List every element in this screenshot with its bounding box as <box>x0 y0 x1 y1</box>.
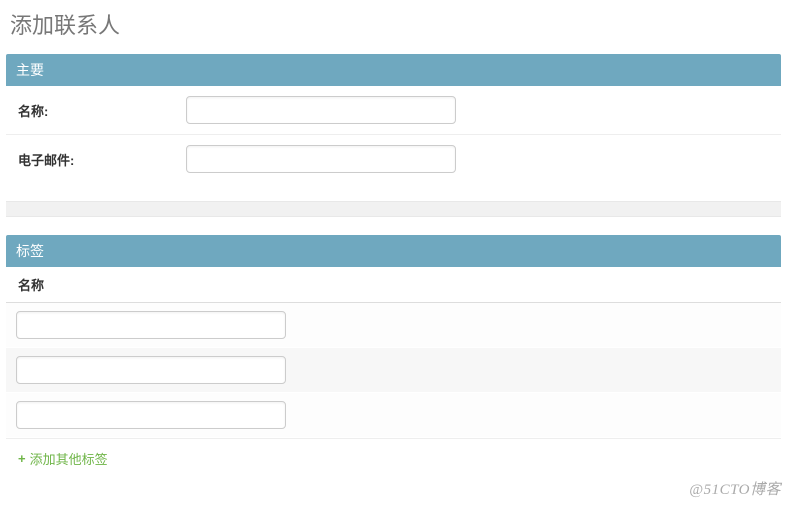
plus-icon: + <box>18 451 26 466</box>
gap-2 <box>0 217 787 235</box>
input-name[interactable] <box>186 96 456 124</box>
label-email: 电子邮件: <box>6 150 186 169</box>
labels-column-header: 名称 <box>6 267 781 303</box>
label-row <box>6 393 781 438</box>
label-name: 名称: <box>6 101 186 120</box>
section-main-header: 主要 <box>6 54 781 86</box>
row-email: 电子邮件: <box>6 135 781 183</box>
label-row <box>6 348 781 393</box>
add-label-row: + 添加其他标签 <box>6 438 781 478</box>
label-input-3[interactable] <box>16 401 286 429</box>
section-main: 主要 名称: 电子邮件: <box>6 54 781 183</box>
gap-1 <box>0 183 787 201</box>
label-row <box>6 303 781 348</box>
label-input-2[interactable] <box>16 356 286 384</box>
add-label-text: 添加其他标签 <box>30 449 108 468</box>
page-title: 添加联系人 <box>0 0 787 54</box>
input-email[interactable] <box>186 145 456 173</box>
label-input-1[interactable] <box>16 311 286 339</box>
section-labels: 标签 名称 + 添加其他标签 <box>6 235 781 478</box>
row-name: 名称: <box>6 86 781 135</box>
add-label-link[interactable]: + 添加其他标签 <box>18 449 108 468</box>
gray-bar <box>6 201 781 217</box>
section-labels-header: 标签 <box>6 235 781 267</box>
watermark: @51CTO博客 <box>689 478 781 499</box>
